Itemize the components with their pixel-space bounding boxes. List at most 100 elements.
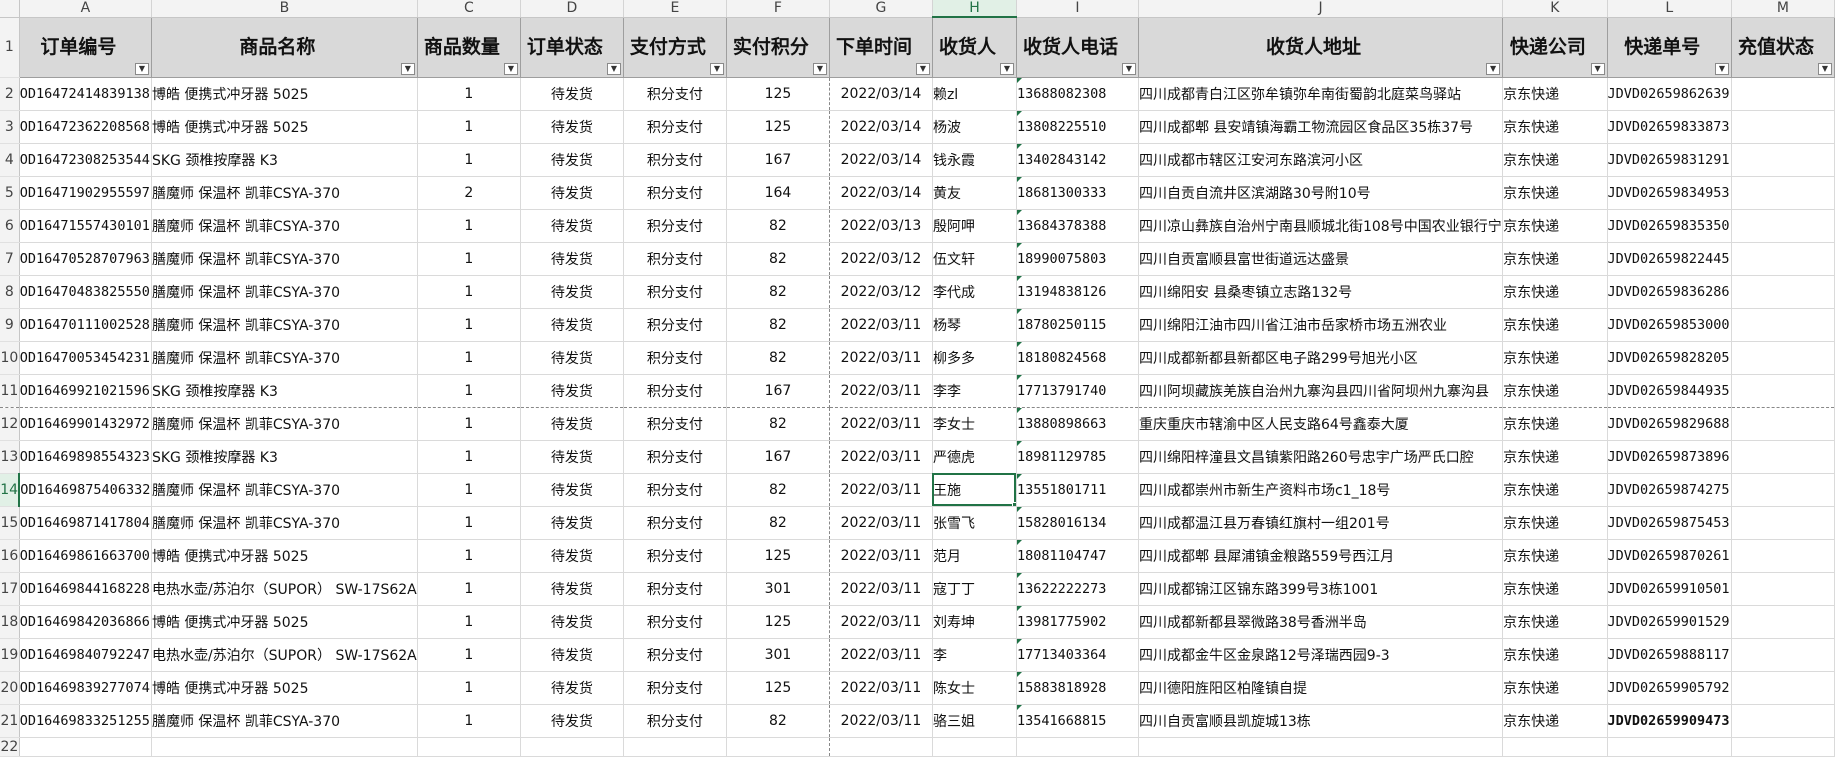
cell-c20[interactable]: 1 xyxy=(417,671,521,705)
cell-c10[interactable]: 1 xyxy=(417,341,521,375)
cell-c21[interactable]: 1 xyxy=(417,704,521,738)
cell-j10[interactable]: 四川成都新都县新都区电子路299号旭光小区 xyxy=(1138,341,1504,375)
cell-f9[interactable]: 82 xyxy=(726,308,830,342)
cell-i6[interactable]: 13684378388 xyxy=(1016,209,1139,243)
cell-a16[interactable]: OD16469861663700 xyxy=(19,539,152,573)
cell-c11[interactable]: 1 xyxy=(417,374,521,408)
column-header-m[interactable]: M xyxy=(1731,0,1835,18)
cell-g8[interactable]: 2022/03/12 xyxy=(829,275,933,309)
cell-k13[interactable]: 京东快递 xyxy=(1502,440,1608,474)
cell-m18[interactable] xyxy=(1731,605,1835,639)
cell-g7[interactable]: 2022/03/12 xyxy=(829,242,933,276)
row-header-1[interactable]: 1 xyxy=(0,17,20,78)
cell-h21[interactable]: 骆三姐 xyxy=(932,704,1017,738)
cell-f5[interactable]: 164 xyxy=(726,176,830,210)
cell-j3[interactable]: 四川成都郫 县安靖镇海霸工物流园区食品区35栋37号 xyxy=(1138,110,1504,144)
cell-a12[interactable]: OD16469901432972 xyxy=(19,407,152,441)
cell-d3[interactable]: 待发货 xyxy=(520,110,624,144)
cell-b18[interactable]: 博皓 便携式冲牙器 5025 xyxy=(151,605,418,639)
cell-d15[interactable]: 待发货 xyxy=(520,506,624,540)
cell-h8[interactable]: 李代成 xyxy=(932,275,1017,309)
cell-i4[interactable]: 13402843142 xyxy=(1016,143,1139,177)
cell-g11[interactable]: 2022/03/11 xyxy=(829,374,933,408)
cell-h4[interactable]: 钱永霞 xyxy=(932,143,1017,177)
row-header-20[interactable]: 20 xyxy=(0,671,20,705)
cell-k15[interactable]: 京东快递 xyxy=(1502,506,1608,540)
cell-c13[interactable]: 1 xyxy=(417,440,521,474)
cell-a4[interactable]: OD16472308253544 xyxy=(19,143,152,177)
cell-h17[interactable]: 寇丁丁 xyxy=(932,572,1017,606)
cell-f22[interactable] xyxy=(726,737,830,757)
cell-m13[interactable] xyxy=(1731,440,1835,474)
cell-m17[interactable] xyxy=(1731,572,1835,606)
header-cell-a[interactable]: 订单编号 ▼ xyxy=(19,17,152,78)
cell-c3[interactable]: 1 xyxy=(417,110,521,144)
cell-b11[interactable]: SKG 颈椎按摩器 K3 xyxy=(151,374,418,408)
cell-f21[interactable]: 82 xyxy=(726,704,830,738)
cell-i5[interactable]: 18681300333 xyxy=(1016,176,1139,210)
cell-a6[interactable]: OD16471557430101 xyxy=(19,209,152,243)
cell-c14[interactable]: 1 xyxy=(417,473,521,507)
header-cell-e[interactable]: 支付方式 ▼ xyxy=(623,17,727,78)
cell-k18[interactable]: 京东快递 xyxy=(1502,605,1608,639)
cell-l5[interactable]: JDVD02659834953 xyxy=(1607,176,1732,210)
dropdown-filter-icon[interactable]: ▼ xyxy=(915,62,930,75)
active-cell[interactable]: 王施 xyxy=(932,473,1017,507)
cell-l18[interactable]: JDVD02659901529 xyxy=(1607,605,1732,639)
cell-m22[interactable] xyxy=(1731,737,1835,757)
header-cell-i[interactable]: 收货人电话 ▼ xyxy=(1016,17,1139,78)
cell-j17[interactable]: 四川成都锦江区锦东路399号3栋1001 xyxy=(1138,572,1504,606)
cell-g5[interactable]: 2022/03/14 xyxy=(829,176,933,210)
cell-k9[interactable]: 京东快递 xyxy=(1502,308,1608,342)
dropdown-filter-icon[interactable]: ▼ xyxy=(606,62,621,75)
cell-k8[interactable]: 京东快递 xyxy=(1502,275,1608,309)
column-header-c[interactable]: C xyxy=(417,0,521,18)
cell-a17[interactable]: OD16469844168228 xyxy=(19,572,152,606)
cell-c12[interactable]: 1 xyxy=(417,407,521,441)
row-header-17[interactable]: 17 xyxy=(0,572,20,606)
cell-a11[interactable]: OD16469921021596 xyxy=(19,374,152,408)
cell-m10[interactable] xyxy=(1731,341,1835,375)
cell-a8[interactable]: OD16470483825550 xyxy=(19,275,152,309)
cell-j14[interactable]: 四川成都崇州市新生产资料市场c1_18号 xyxy=(1138,473,1504,507)
cell-j20[interactable]: 四川德阳旌阳区柏隆镇自提 xyxy=(1138,671,1504,705)
column-header-h[interactable]: H xyxy=(932,0,1017,18)
column-header-b[interactable]: B xyxy=(151,0,418,18)
cell-h10[interactable]: 柳多多 xyxy=(932,341,1017,375)
header-cell-c[interactable]: 商品数量 ▼ xyxy=(417,17,521,78)
row-header-2[interactable]: 2 xyxy=(0,77,20,111)
cell-k21[interactable]: 京东快递 xyxy=(1502,704,1608,738)
cell-g20[interactable]: 2022/03/11 xyxy=(829,671,933,705)
cell-a3[interactable]: OD16472362208568 xyxy=(19,110,152,144)
cell-j2[interactable]: 四川成都青白江区弥牟镇弥牟南街蜀韵北庭菜鸟驿站 xyxy=(1138,77,1504,111)
cell-d7[interactable]: 待发货 xyxy=(520,242,624,276)
cell-f6[interactable]: 82 xyxy=(726,209,830,243)
cell-g14[interactable]: 2022/03/11 xyxy=(829,473,933,507)
cell-h13[interactable]: 严德虎 xyxy=(932,440,1017,474)
cell-g2[interactable]: 2022/03/14 xyxy=(829,77,933,111)
cell-d19[interactable]: 待发货 xyxy=(520,638,624,672)
cell-m19[interactable] xyxy=(1731,638,1835,672)
cell-e2[interactable]: 积分支付 xyxy=(623,77,727,111)
cell-h15[interactable]: 张雪飞 xyxy=(932,506,1017,540)
cell-m2[interactable] xyxy=(1731,77,1835,111)
cell-e16[interactable]: 积分支付 xyxy=(623,539,727,573)
cell-l16[interactable]: JDVD02659870261 xyxy=(1607,539,1732,573)
cell-e9[interactable]: 积分支付 xyxy=(623,308,727,342)
cell-i8[interactable]: 13194838126 xyxy=(1016,275,1139,309)
cell-h7[interactable]: 伍文轩 xyxy=(932,242,1017,276)
cell-d5[interactable]: 待发货 xyxy=(520,176,624,210)
cell-k3[interactable]: 京东快递 xyxy=(1502,110,1608,144)
cell-d6[interactable]: 待发货 xyxy=(520,209,624,243)
cell-i9[interactable]: 18780250115 xyxy=(1016,308,1139,342)
cell-i17[interactable]: 13622222273 xyxy=(1016,572,1139,606)
cell-b10[interactable]: 膳魔师 保温杯 凯菲CSYA-370 xyxy=(151,341,418,375)
cell-d8[interactable]: 待发货 xyxy=(520,275,624,309)
cell-m21[interactable] xyxy=(1731,704,1835,738)
cell-l15[interactable]: JDVD02659875453 xyxy=(1607,506,1732,540)
cell-g18[interactable]: 2022/03/11 xyxy=(829,605,933,639)
cell-l8[interactable]: JDVD02659836286 xyxy=(1607,275,1732,309)
cell-c6[interactable]: 1 xyxy=(417,209,521,243)
cell-d10[interactable]: 待发货 xyxy=(520,341,624,375)
cell-m11[interactable] xyxy=(1731,374,1835,408)
